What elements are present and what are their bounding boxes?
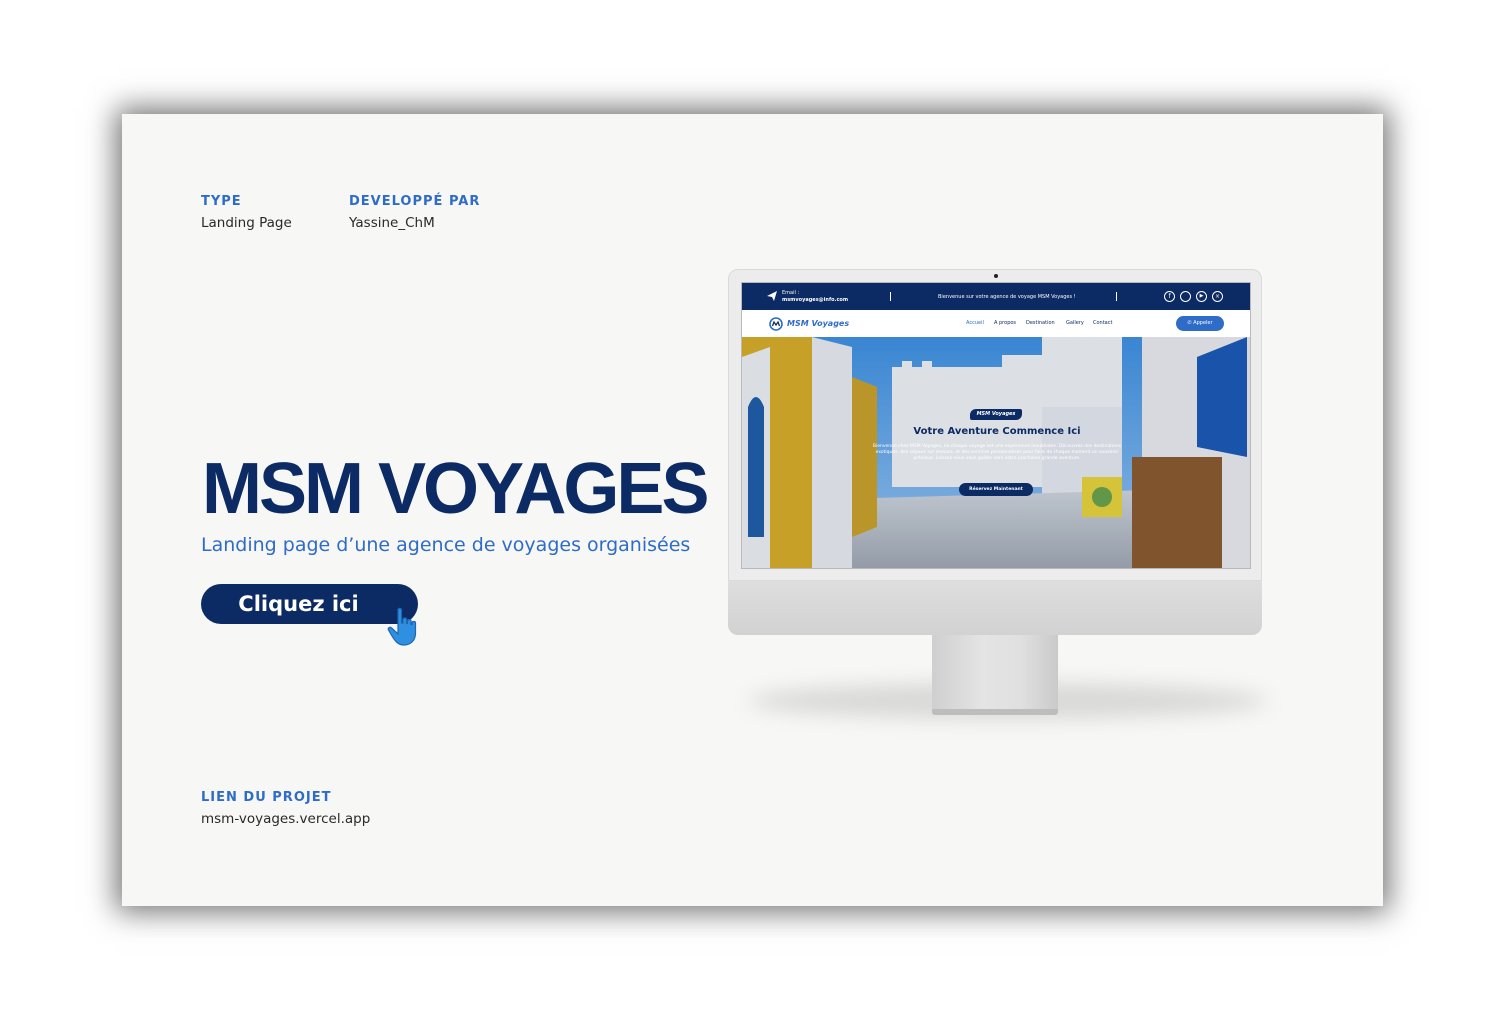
nav-accueil[interactable]: Accueil: [966, 320, 984, 326]
nav-contact[interactable]: Contact: [1093, 320, 1112, 326]
type-value: Landing Page: [201, 215, 292, 231]
camera-dot: [994, 274, 998, 278]
msm-logo-icon: [769, 317, 783, 331]
monitor-stand: [932, 635, 1058, 713]
hero-text: Bienvenue chez MSM Voyages, où chaque vo…: [872, 444, 1122, 461]
project-link[interactable]: msm-voyages.vercel.app: [201, 811, 370, 827]
nav-a-propos[interactable]: A propos: [994, 320, 1016, 326]
page-subtitle: Landing page d’une agence de voyages org…: [201, 534, 691, 556]
preview-navbar: MSM Voyages Accueil A propos Destination…: [742, 310, 1250, 337]
monitor-bezel: Email : msmvoyages@info.com Bienvenue su…: [728, 269, 1262, 581]
website-preview[interactable]: Email : msmvoyages@info.com Bienvenue su…: [741, 282, 1251, 569]
pointer-hand-icon: [387, 607, 417, 646]
preview-email-value: msmvoyages@info.com: [782, 297, 849, 303]
developer-label: DEVELOPPÉ PAR: [349, 194, 481, 209]
preview-logo-text: MSM Voyages: [787, 319, 850, 328]
youtube-icon[interactable]: ▶: [1196, 291, 1207, 302]
preview-welcome: Bienvenue sur votre agence de voyage MSM…: [938, 294, 1076, 300]
showcase-card: TYPE Landing Page DEVELOPPÉ PAR Yassine_…: [122, 114, 1383, 906]
preview-topbar: Email : msmvoyages@info.com Bienvenue su…: [742, 283, 1250, 310]
monitor-mockup: Email : msmvoyages@info.com Bienvenue su…: [728, 269, 1268, 719]
call-button-label: Appeler: [1193, 320, 1213, 326]
x-twitter-icon[interactable]: ×: [1212, 291, 1223, 302]
book-now-button[interactable]: Réservez Maintenant: [959, 483, 1033, 496]
preview-hero: MSM Voyages Votre Aventure Commence Ici …: [742, 337, 1250, 568]
nav-destination[interactable]: Destination: [1026, 320, 1055, 326]
topbar-divider: [890, 292, 891, 301]
monitor-chin: [728, 581, 1262, 635]
type-label: TYPE: [201, 194, 242, 209]
developer-value: Yassine_ChM: [349, 215, 435, 231]
hero-title: Votre Aventure Commence Ici: [913, 426, 1081, 437]
click-here-label: Cliquez ici: [238, 592, 359, 616]
topbar-divider: [1116, 292, 1117, 301]
preview-email-label: Email :: [782, 290, 800, 296]
paper-plane-icon: [767, 291, 777, 301]
hero-badge: MSM Voyages: [970, 409, 1022, 420]
instagram-icon[interactable]: [1180, 291, 1191, 302]
facebook-icon[interactable]: f: [1164, 291, 1175, 302]
nav-gallery[interactable]: Gallery: [1066, 320, 1084, 326]
project-link-label: LIEN DU PROJET: [201, 790, 332, 805]
monitor-foot: [932, 709, 1058, 715]
call-button[interactable]: ✆ Appeler: [1176, 316, 1224, 331]
page-title: MSM VOYAGES: [202, 449, 709, 529]
